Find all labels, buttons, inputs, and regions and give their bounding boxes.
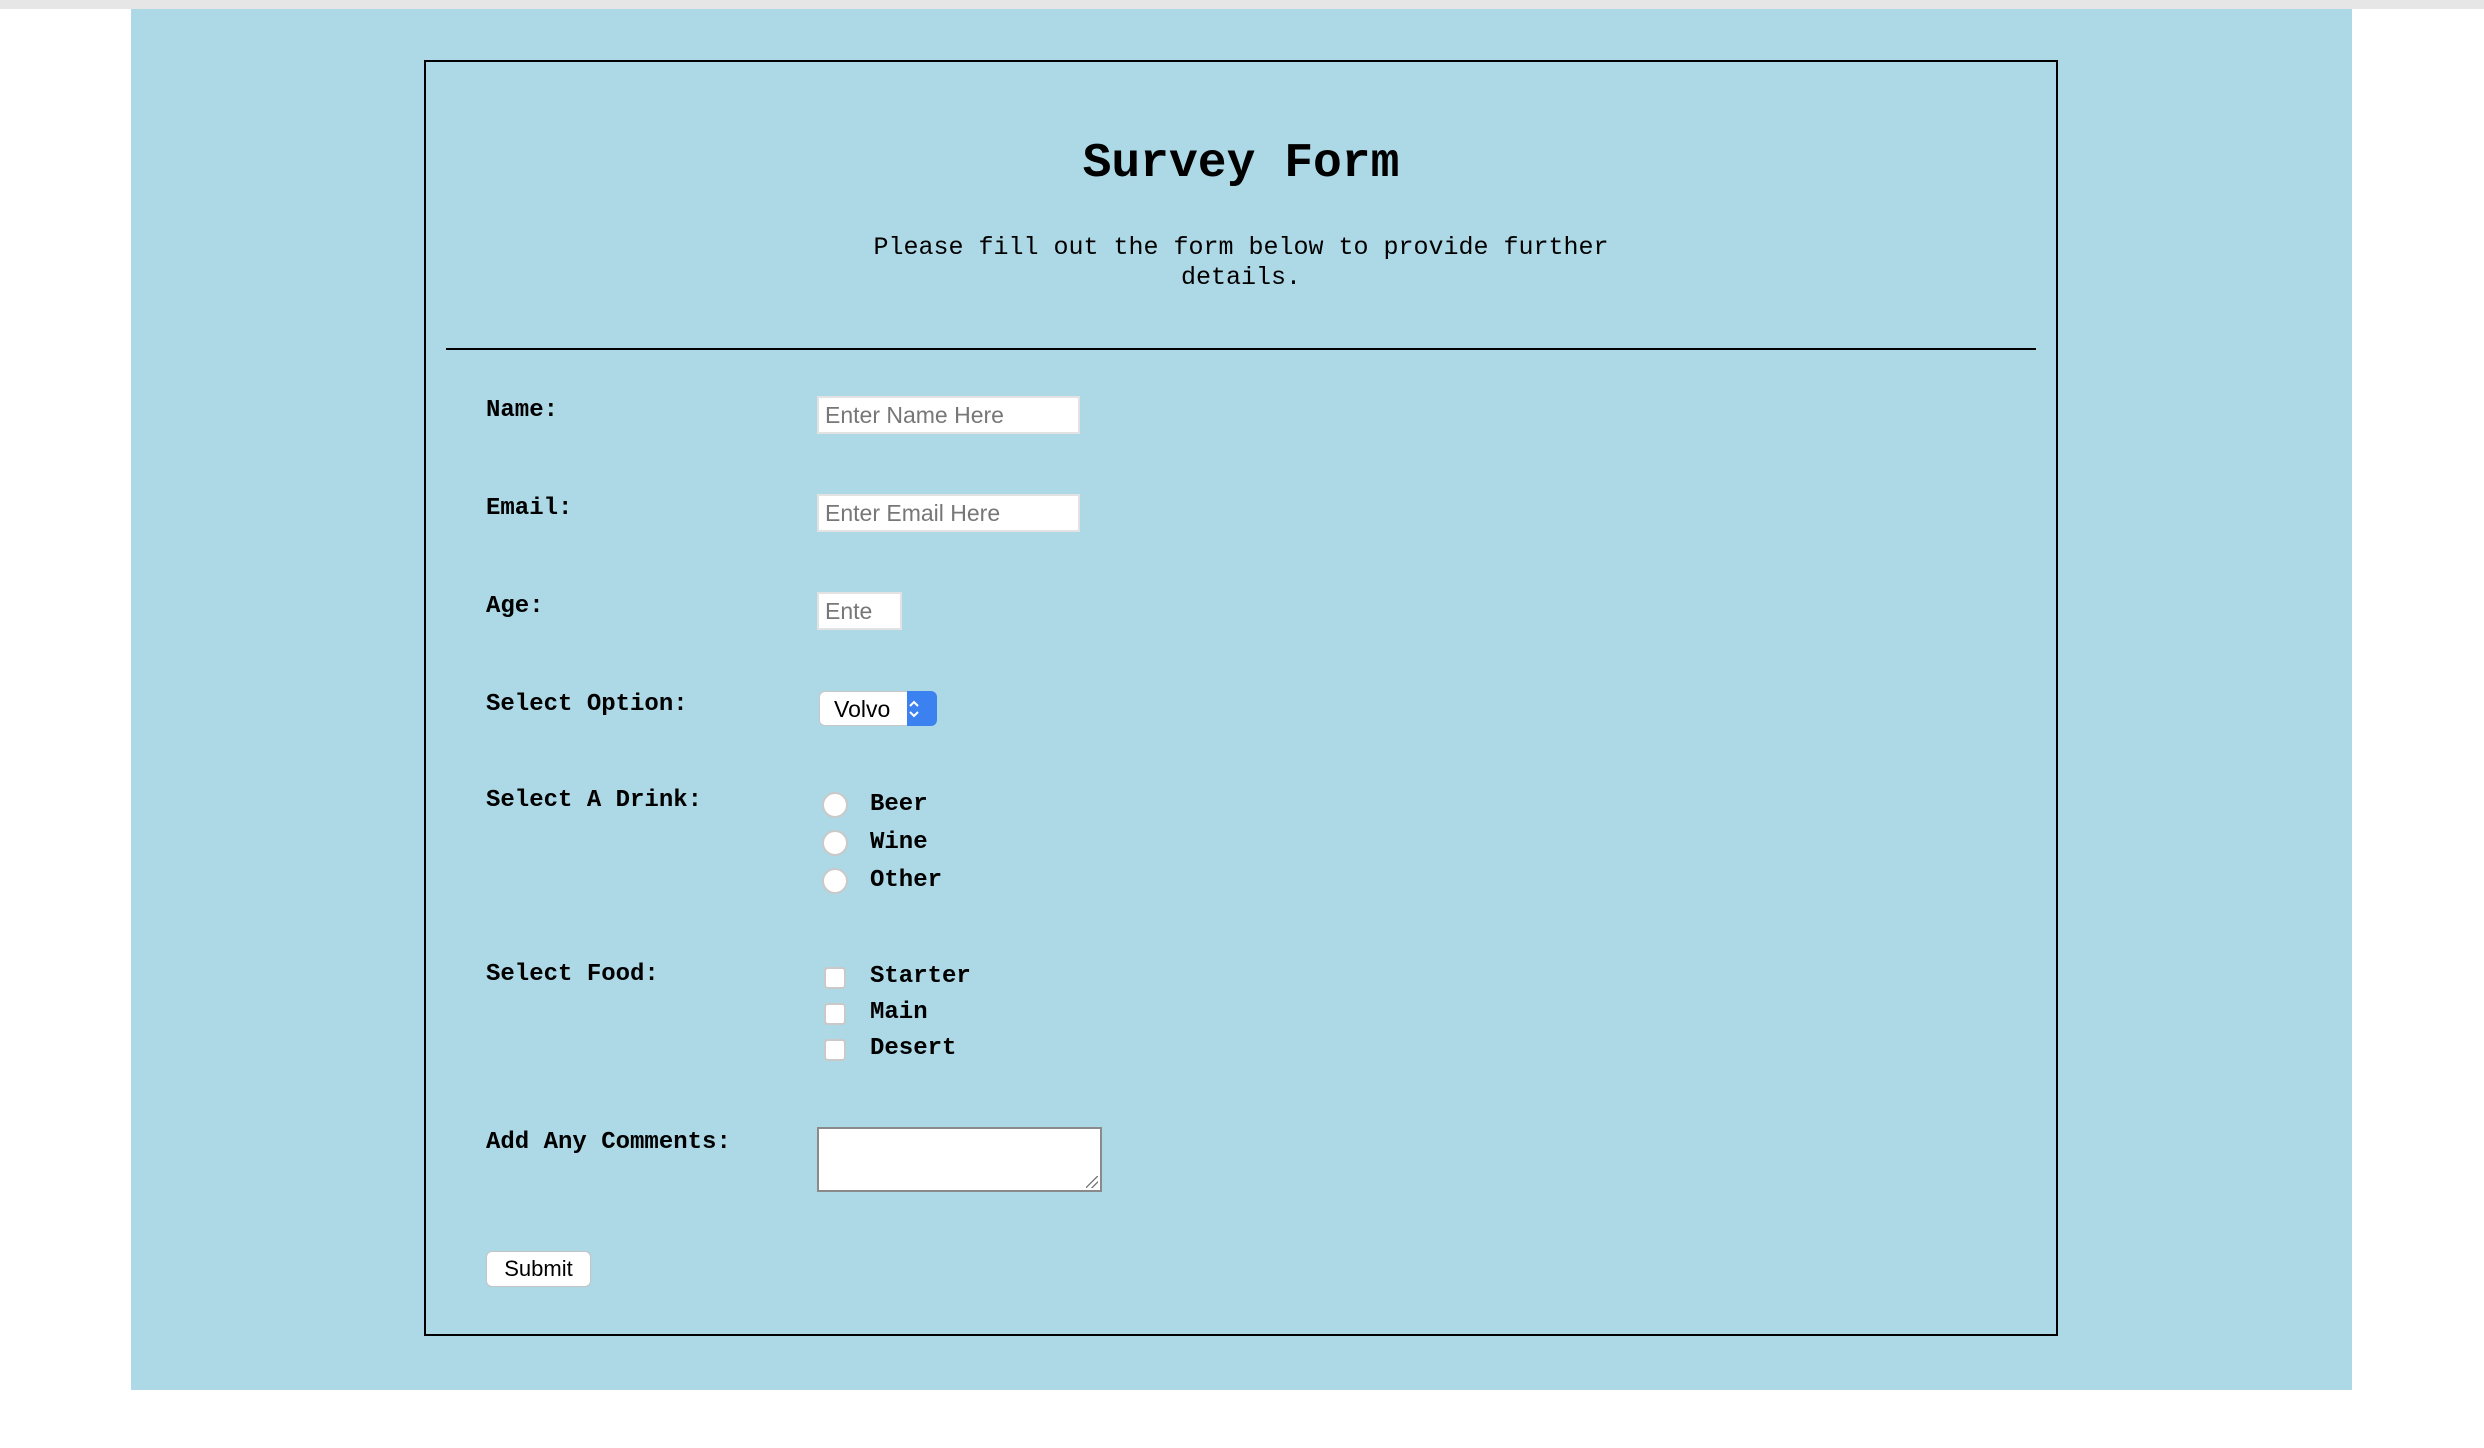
food-checkbox-desert[interactable] — [824, 1039, 846, 1061]
drink-option-label: Wine — [870, 829, 928, 856]
resize-grip-icon[interactable] — [1086, 1176, 1098, 1188]
page-title: Survey Form — [1082, 137, 1400, 191]
chevron-up-down-icon — [907, 691, 937, 726]
drink-option-label: Other — [870, 867, 943, 894]
comments-label: Add Any Comments: — [486, 1129, 731, 1156]
form-description: Please fill out the form below to provid… — [424, 233, 2058, 293]
submit-button[interactable]: Submit — [486, 1251, 591, 1287]
age-input[interactable]: Ente — [817, 592, 902, 630]
email-label: Email: — [486, 495, 573, 522]
name-input[interactable]: Enter Name Here — [817, 396, 1080, 434]
name-label: Name: — [486, 397, 559, 424]
drink-radio-wine[interactable] — [822, 830, 848, 856]
select-drink-label: Select A Drink: — [486, 787, 703, 814]
header-divider — [446, 348, 2036, 350]
select-option-label: Select Option: — [486, 691, 688, 718]
car-select-value: Volvo — [834, 696, 891, 722]
age-label: Age: — [486, 593, 544, 620]
food-option-label: Main — [870, 999, 928, 1026]
drink-radio-beer[interactable] — [822, 792, 848, 818]
form-description-line2: details. — [1180, 263, 1302, 292]
drink-option-label: Beer — [870, 791, 928, 818]
form-description-line1: Please fill out the form below to provid… — [873, 233, 1609, 262]
drink-radio-other[interactable] — [822, 868, 848, 894]
food-option-label: Desert — [870, 1035, 957, 1062]
food-option-label: Starter — [870, 963, 971, 990]
food-checkbox-main[interactable] — [824, 1003, 846, 1025]
form-header: Survey Form Please fill out the form bel… — [424, 60, 2058, 350]
food-checkbox-starter[interactable] — [824, 967, 846, 989]
comments-textarea[interactable] — [817, 1127, 1102, 1192]
browser-top-edge — [0, 0, 2484, 9]
email-input[interactable]: Enter Email Here — [817, 494, 1080, 532]
select-food-label: Select Food: — [486, 961, 659, 988]
car-select[interactable]: Volvo — [819, 691, 937, 726]
